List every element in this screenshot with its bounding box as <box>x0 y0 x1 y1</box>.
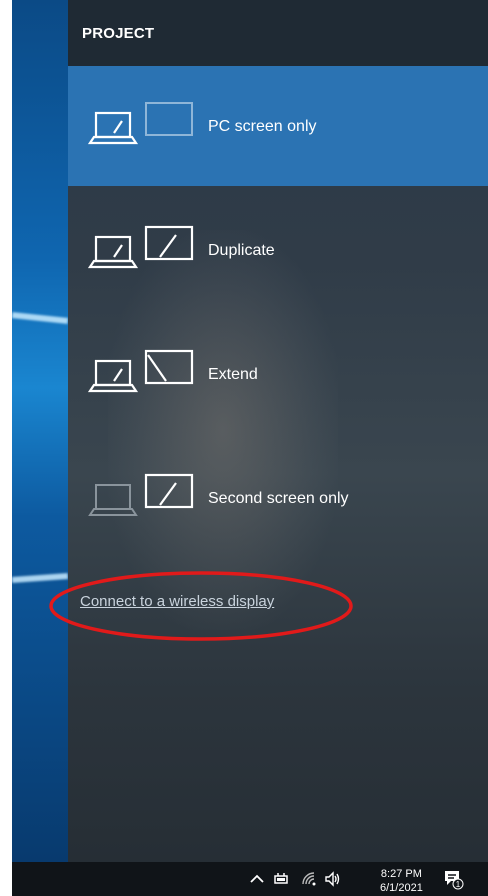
option-label: Duplicate <box>208 242 275 259</box>
desktop-background <box>12 0 69 862</box>
screen: PROJECT PC screen only Duplicate Extend … <box>12 0 488 896</box>
option-duplicate[interactable]: Duplicate <box>68 190 488 310</box>
action-center-icon[interactable]: 1 <box>442 868 464 890</box>
connect-wireless-display-link[interactable]: Connect to a wireless display <box>80 593 274 610</box>
volume-icon[interactable] <box>324 870 342 888</box>
panel-header: PROJECT <box>68 0 488 66</box>
duplicate-icon <box>88 225 194 269</box>
power-plug-icon[interactable] <box>272 870 290 888</box>
panel-title: PROJECT <box>82 25 155 42</box>
notification-count: 1 <box>456 880 461 889</box>
option-label: Second screen only <box>208 490 349 507</box>
option-extend[interactable]: Extend <box>68 314 488 434</box>
clock-date: 6/1/2021 <box>380 882 423 894</box>
option-label: PC screen only <box>208 118 317 135</box>
option-pc-screen-only[interactable]: PC screen only <box>68 66 488 186</box>
pc-screen-only-icon <box>88 102 193 145</box>
second-screen-only-icon <box>88 473 194 516</box>
option-label: Extend <box>208 366 258 383</box>
extend-icon <box>88 349 194 393</box>
project-panel: PROJECT PC screen only Duplicate Extend … <box>49 0 488 862</box>
chevron-up-icon[interactable] <box>248 870 266 888</box>
taskbar: 8:27 PM 6/1/2021 1 <box>12 862 488 896</box>
option-second-screen-only[interactable]: Second screen only <box>68 438 488 558</box>
clock-time: 8:27 PM <box>380 868 422 880</box>
desktop-light-beam <box>12 573 69 583</box>
desktop-light-beam <box>12 312 69 324</box>
wifi-icon[interactable] <box>300 870 318 888</box>
clock[interactable]: 8:27 PM 6/1/2021 <box>380 867 423 895</box>
